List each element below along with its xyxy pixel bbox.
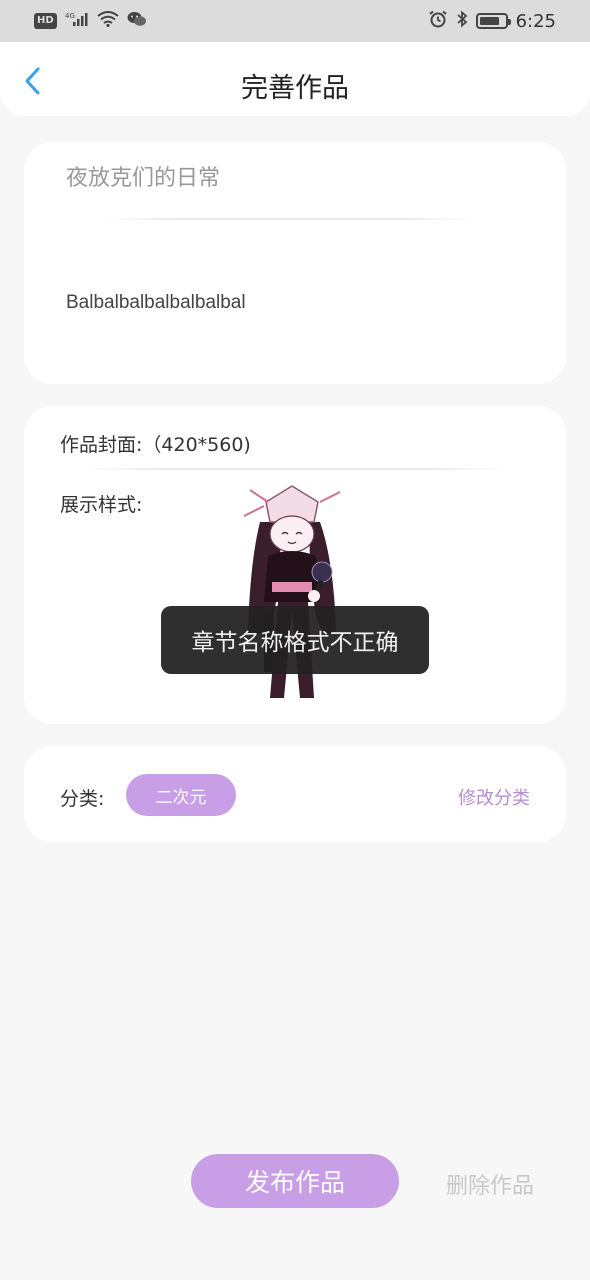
- battery-level: [479, 17, 499, 25]
- work-description-field[interactable]: Balbalbalbalbalbalbal: [66, 292, 246, 314]
- alarm-icon: [428, 10, 448, 33]
- wifi-icon: [97, 10, 119, 32]
- cover-label: 作品封面:（420*560): [60, 434, 251, 456]
- status-bar: HD 4G 6:25: [0, 0, 590, 42]
- display-style-label: 展示样式:: [60, 494, 143, 516]
- error-toast: 章节名称格式不正确: [161, 606, 429, 674]
- work-info-card: 夜放克们的日常 Balbalbalbalbalbalbal: [24, 142, 566, 384]
- battery-icon: [475, 13, 511, 29]
- divider: [102, 218, 474, 220]
- category-card: 分类: 二次元 修改分类: [24, 746, 566, 842]
- delete-button[interactable]: 删除作品: [446, 1168, 534, 1200]
- hd-badge: HD: [34, 13, 57, 29]
- status-time: 6:25: [515, 10, 556, 32]
- cover-card: 作品封面:（420*560) 展示样式:: [24, 406, 566, 724]
- category-chip[interactable]: 二次元: [126, 774, 236, 816]
- divider: [80, 468, 510, 470]
- nav-bar: 完善作品: [0, 42, 590, 116]
- network-type-label: 4G: [65, 12, 75, 20]
- work-title-field[interactable]: 夜放克们的日常: [66, 160, 220, 192]
- status-bar-right: 6:25: [428, 10, 556, 33]
- bluetooth-icon: [456, 10, 468, 33]
- page-title: 完善作品: [241, 73, 349, 104]
- status-bar-left: HD 4G: [34, 10, 147, 32]
- edit-category-link[interactable]: 修改分类: [458, 784, 530, 810]
- signal-icon: 4G: [65, 11, 89, 32]
- wechat-icon: [127, 11, 147, 32]
- publish-button[interactable]: 发布作品: [191, 1154, 399, 1208]
- category-label: 分类:: [60, 788, 105, 810]
